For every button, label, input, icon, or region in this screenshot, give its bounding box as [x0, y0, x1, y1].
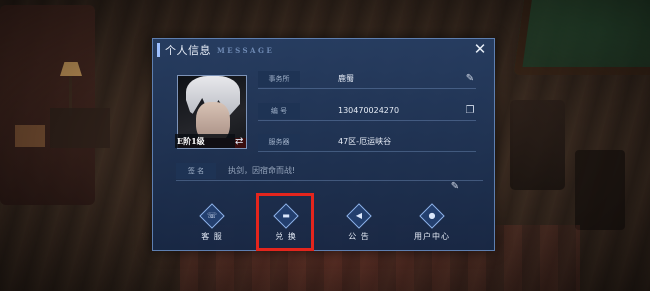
divider	[176, 180, 483, 181]
dialog-title: 个人信息	[165, 44, 211, 57]
user-center-label: 用户中心	[414, 232, 450, 241]
announcement-icon: ◀	[346, 203, 372, 229]
highlight-box	[256, 193, 314, 251]
signature-edit-icon[interactable]: ✎	[449, 181, 461, 193]
info-row-id: 编 号 130470024270 ❐	[258, 103, 476, 121]
rank-badge: E阶1级	[175, 134, 235, 148]
announcement-button[interactable]: ◀ 公 告	[339, 203, 379, 242]
server-value: 47区-厄运峡谷	[338, 137, 392, 146]
id-value: 130470024270	[338, 106, 400, 115]
profile-dialog: 个人信息 MESSAGE ✕ E阶1级 ⇄ 事务所 鹿蜀 ✎ 编 号 13047…	[152, 38, 495, 251]
customer-service-label: 客 服	[201, 232, 223, 241]
id-label: 编 号	[258, 103, 300, 119]
server-label: 服务器	[258, 134, 300, 150]
divider	[258, 151, 476, 152]
customer-service-icon: ☏	[199, 203, 225, 229]
divider	[258, 88, 476, 89]
edit-icon[interactable]: ✎	[464, 73, 476, 85]
info-row-server: 服务器 47区-厄运峡谷	[258, 134, 476, 152]
switch-avatar-icon[interactable]: ⇄	[235, 137, 243, 147]
user-center-button[interactable]: ● 用户中心	[412, 203, 452, 242]
customer-service-button[interactable]: ☏ 客 服	[192, 203, 232, 242]
office-label: 事务所	[258, 71, 300, 87]
close-button[interactable]: ✕	[472, 41, 488, 57]
user-center-icon: ●	[419, 203, 445, 229]
info-row-office: 事务所 鹿蜀 ✎	[258, 71, 476, 89]
announcement-label: 公 告	[348, 232, 370, 241]
signature-label: 签 名	[176, 163, 216, 179]
office-value: 鹿蜀	[338, 74, 354, 83]
copy-icon[interactable]: ❐	[464, 105, 476, 117]
signature-row[interactable]: 签 名 执剑，因宿命而战!	[176, 163, 483, 179]
signature-text[interactable]: 执剑，因宿命而战!	[228, 163, 295, 179]
divider	[258, 120, 476, 121]
dialog-subtitle: MESSAGE	[217, 46, 275, 55]
